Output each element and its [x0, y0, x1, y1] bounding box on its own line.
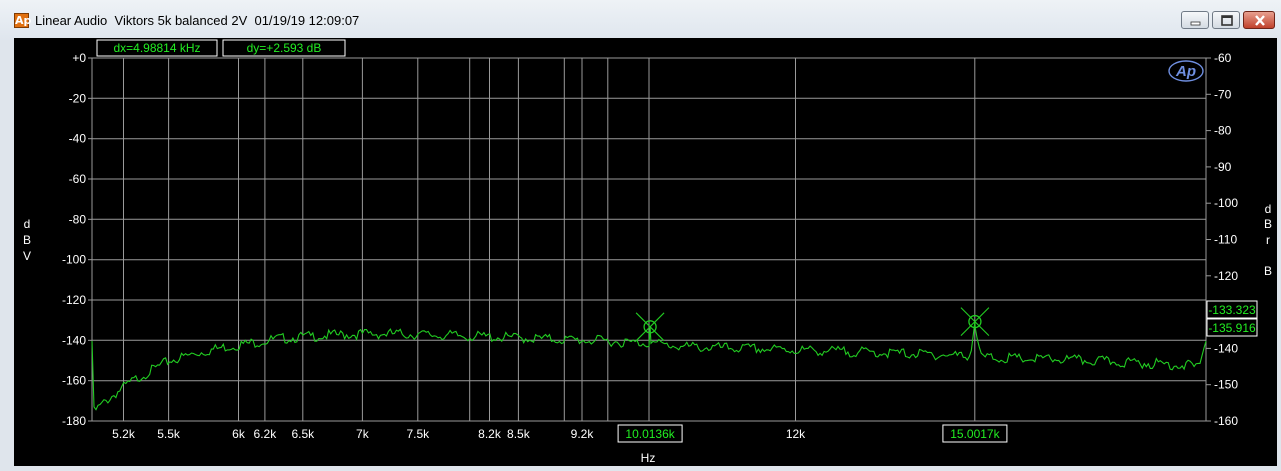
y-left-tick-label: -180: [62, 414, 86, 428]
y-left-tick-label: -100: [62, 253, 86, 267]
window-title: Linear Audio Viktors 5k balanced 2V 01/1…: [35, 13, 360, 28]
minimize-button[interactable]: [1181, 11, 1209, 29]
cursor-y-readout: -135.916: [1208, 321, 1256, 335]
y-left-axis-label-char: d: [24, 217, 31, 231]
window-titlebar[interactable]: Ap Linear Audio Viktors 5k balanced 2V 0…: [0, 0, 1281, 40]
x-tick-label: 5.2k: [112, 427, 136, 441]
maximize-icon: [1221, 15, 1233, 26]
y-left-tick-label: -160: [62, 374, 86, 388]
maximize-button[interactable]: [1212, 11, 1240, 29]
y-right-axis-label-char: d: [1265, 202, 1272, 216]
y-right-tick-label: -110: [1214, 233, 1237, 247]
ap-app-icon[interactable]: Ap: [14, 13, 31, 28]
minimize-icon: [1190, 21, 1201, 26]
y-left-tick-label: +0: [72, 51, 86, 65]
y-left-axis-label-char: B: [23, 233, 31, 247]
plot-panel[interactable]: +0 -20 -40 -60 -80 -100 -120 -140 -160 -180 -60 -70…: [14, 38, 1277, 466]
cursor-y-readout: -133.323: [1208, 303, 1256, 317]
y-right-tick-label: -160: [1214, 414, 1238, 428]
y-right-tick-label: -120: [1214, 269, 1238, 283]
cursor-x-readout: 10.0136k: [625, 427, 675, 441]
y-left-axis-label-char: V: [23, 249, 31, 263]
x-tick-label: 9.2k: [571, 427, 595, 441]
x-tick-label: 6.5k: [291, 427, 315, 441]
close-icon: [1255, 15, 1265, 26]
x-tick-label: 5.5k: [157, 427, 181, 441]
y-right-axis-label-char: B: [1264, 217, 1272, 231]
y-left-tick-label: -20: [69, 91, 87, 105]
y-left-tick-label: -60: [69, 172, 87, 186]
y-right-tick-label: -150: [1214, 378, 1238, 392]
y-right-tick-label: -140: [1214, 341, 1238, 355]
ap-logo: Ap: [1175, 63, 1196, 80]
y-left-tick-label: -80: [69, 212, 87, 226]
y-right-tick-label: -80: [1214, 124, 1232, 138]
dx-readout: dx=4.98814 kHz: [113, 41, 200, 55]
window-frame-bottom: [0, 466, 1281, 470]
y-right-tick-label: -90: [1214, 160, 1232, 174]
x-tick-label: 8.5k: [507, 427, 531, 441]
x-tick-label: 8.2k: [478, 427, 502, 441]
y-left-tick-label: -40: [69, 132, 87, 146]
y-left-tick-label: -120: [62, 293, 86, 307]
x-tick-label: 7k: [356, 427, 370, 441]
x-tick-label: 7.5k: [406, 427, 430, 441]
spectrum-chart[interactable]: +0 -20 -40 -60 -80 -100 -120 -140 -160 -180 -60 -70…: [14, 38, 1277, 466]
y-right-tick-label: -100: [1214, 196, 1238, 210]
y-left-tick-label: -140: [62, 333, 86, 347]
cursor-x-readout: 15.0017k: [950, 427, 1000, 441]
y-right-tick-label: -70: [1214, 87, 1232, 101]
close-button[interactable]: [1243, 11, 1275, 29]
y-right-tick-label: -60: [1214, 51, 1232, 65]
dy-readout: dy=+2.593 dB: [247, 41, 322, 55]
y-right-axis-label-char: B: [1264, 264, 1272, 278]
y-right-axis-label-char: r: [1266, 233, 1270, 247]
x-axis-label: Hz: [641, 451, 656, 465]
x-tick-label: 12k: [786, 427, 806, 441]
x-tick-label: 6.2k: [254, 427, 278, 441]
x-tick-label: 6k: [232, 427, 246, 441]
